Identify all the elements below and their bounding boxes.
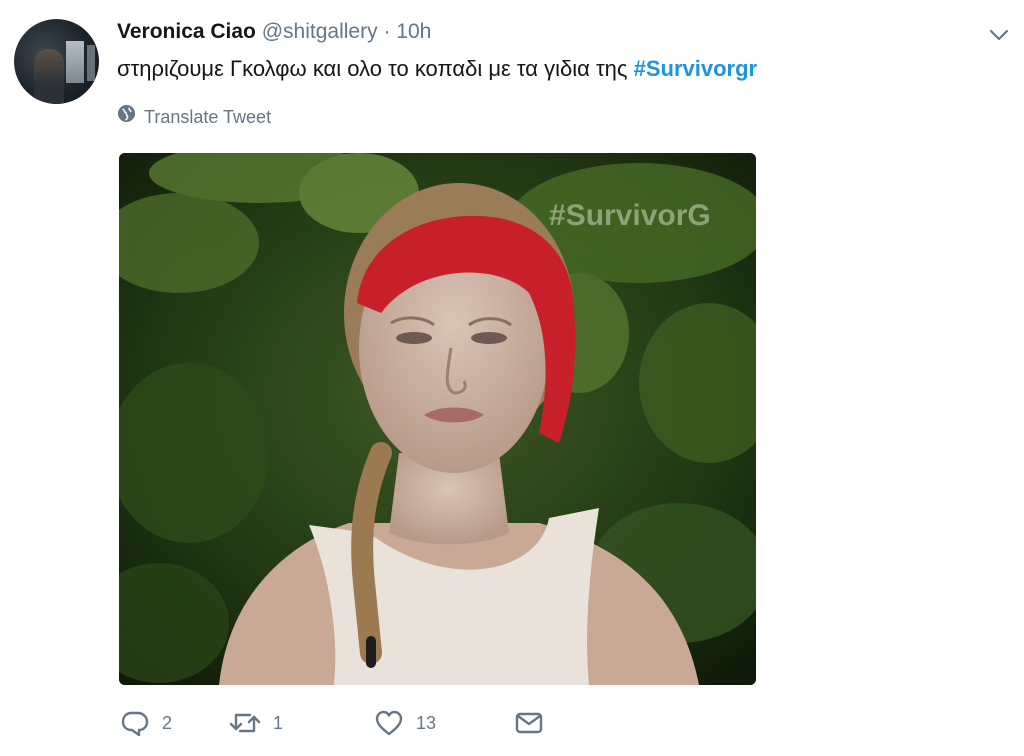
retweet-count: 1 xyxy=(273,712,284,733)
header-separator: · xyxy=(383,20,391,43)
avatar-window-2 xyxy=(87,45,95,81)
author-handle[interactable]: @shitgallery xyxy=(262,20,378,43)
avatar-window xyxy=(66,41,84,83)
tweet-card[interactable]: Veronica Ciao @shitgallery · 10h στηριζο… xyxy=(0,0,1024,756)
translate-tweet-link[interactable]: Translate Tweet xyxy=(117,104,271,129)
tweet-actions: 2 1 13 xyxy=(120,708,544,738)
like-count: 13 xyxy=(416,712,437,733)
avatar[interactable] xyxy=(14,19,99,104)
tweet-media-image[interactable]: #SurvivorG xyxy=(119,153,756,685)
envelope-icon xyxy=(514,709,544,737)
translate-label: Translate Tweet xyxy=(144,106,272,127)
reply-count: 2 xyxy=(162,712,173,733)
media-watermark: #SurvivorG xyxy=(549,199,711,232)
chevron-down-icon[interactable] xyxy=(988,24,1010,46)
retweet-icon xyxy=(229,709,261,737)
globe-icon xyxy=(117,104,136,129)
avatar-figure xyxy=(34,49,64,104)
retweet-button[interactable]: 1 xyxy=(229,709,374,737)
reply-button[interactable]: 2 xyxy=(120,708,229,738)
heart-icon xyxy=(374,709,404,737)
author-name[interactable]: Veronica Ciao xyxy=(117,20,256,43)
hashtag-link[interactable]: #Survivorgr xyxy=(634,56,758,81)
tweet-body: στηριζουμε Γκολφω και ολο το κοπαδι με τ… xyxy=(117,56,634,81)
reply-icon xyxy=(120,708,150,738)
tweet-header: Veronica Ciao @shitgallery · 10h xyxy=(117,18,431,46)
like-button[interactable]: 13 xyxy=(374,709,514,737)
tweet-timestamp[interactable]: 10h xyxy=(396,20,431,43)
tweet-text: στηριζουμε Γκολφω και ολο το κοπαδι με τ… xyxy=(117,54,757,84)
direct-message-button[interactable] xyxy=(514,709,544,737)
